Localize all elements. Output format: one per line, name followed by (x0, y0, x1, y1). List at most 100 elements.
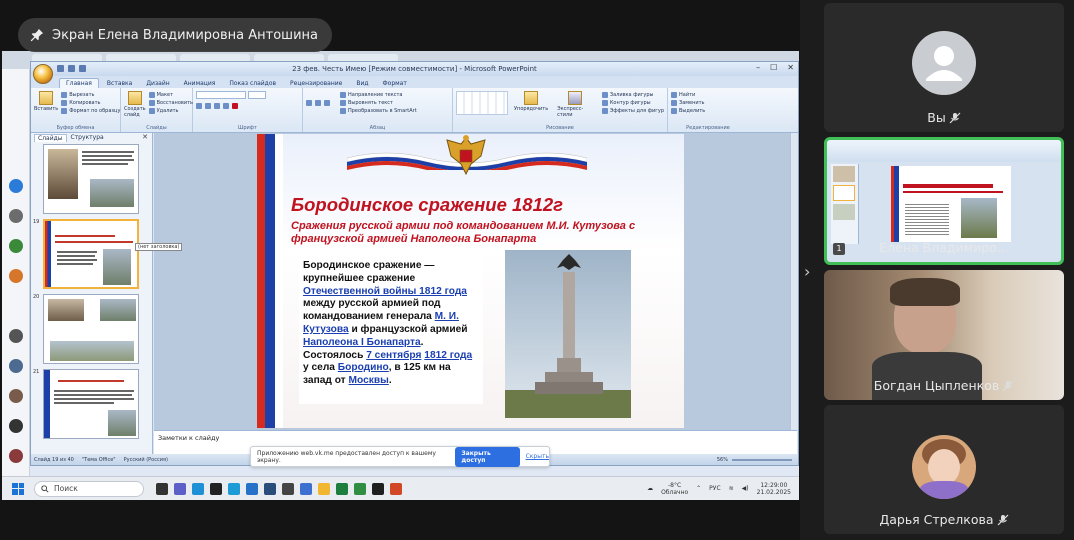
find-button[interactable]: Найти (671, 91, 745, 99)
avatar[interactable] (9, 419, 23, 433)
windows-start-icon[interactable] (12, 482, 24, 495)
font-name-select[interactable] (196, 91, 246, 99)
app-icon[interactable] (9, 239, 23, 253)
taskview-icon[interactable] (156, 482, 168, 495)
edge-icon[interactable] (192, 482, 204, 495)
app-icon[interactable] (9, 269, 23, 283)
participant-tile-bogdan[interactable]: Богдан Цыпленков (824, 270, 1064, 400)
ribbon-tab-design[interactable]: Дизайн (140, 79, 175, 88)
link-borodino[interactable]: Бородино (338, 362, 389, 373)
slide-thumbnail[interactable]: 21 (33, 369, 139, 439)
app-icon[interactable] (354, 482, 366, 495)
skype-icon[interactable] (228, 482, 240, 495)
app-icon[interactable] (246, 482, 258, 495)
participant-tile-self[interactable]: Вы (824, 3, 1064, 132)
underline-icon[interactable] (214, 103, 220, 109)
teams-icon[interactable] (174, 482, 186, 495)
close-icon[interactable]: ✕ (142, 133, 148, 141)
copy-button[interactable]: Копировать (61, 99, 120, 107)
ribbon-tab-insert[interactable]: Вставка (101, 79, 138, 88)
link-year[interactable]: 1812 года (424, 350, 472, 361)
shapes-gallery[interactable] (456, 91, 508, 115)
cut-button[interactable]: Вырезать (61, 91, 120, 99)
select-button[interactable]: Выделить (671, 107, 745, 115)
link-patriotic-war[interactable]: Отечественной войны 1812 года (303, 286, 467, 297)
language-indicator[interactable]: РУС (709, 485, 720, 492)
replace-button[interactable]: Заменить (671, 99, 745, 107)
quick-styles-button[interactable]: Экспресс-стили (557, 91, 593, 118)
bold-icon[interactable] (196, 103, 202, 109)
wifi-icon[interactable]: ≋ (729, 485, 734, 492)
italic-icon[interactable] (205, 103, 211, 109)
format-painter-button[interactable]: Формат по образцу (61, 107, 120, 115)
ribbon-tab-animation[interactable]: Анимация (178, 79, 222, 88)
redo-icon[interactable] (79, 65, 86, 72)
shape-fill-button[interactable]: Заливка фигуры (601, 91, 664, 99)
taskbar-clock[interactable]: 12:29:00 21.02.2025 (757, 482, 791, 496)
reset-button[interactable]: Восстановить (148, 99, 193, 107)
arrange-button[interactable]: Упорядочить (514, 91, 548, 118)
undo-icon[interactable] (68, 65, 75, 72)
office-button[interactable] (33, 64, 53, 84)
font-color-icon[interactable] (232, 103, 238, 109)
font-size-select[interactable] (248, 91, 266, 99)
app-icon[interactable] (264, 482, 276, 495)
ribbon-tab-slideshow[interactable]: Показ слайдов (223, 79, 282, 88)
folder-icon[interactable] (318, 482, 330, 495)
slide-thumbnail-selected[interactable]: 19 (33, 219, 139, 289)
chevron-right-icon[interactable]: › (804, 262, 810, 281)
slide-body-text[interactable]: Бородинское сражение — крупнейшее сражен… (299, 258, 483, 404)
layout-button[interactable]: Макет (148, 91, 193, 99)
numbering-icon[interactable] (315, 91, 321, 115)
hide-link[interactable]: Скрыть (526, 453, 549, 460)
link-date[interactable]: 7 сентября (366, 350, 421, 361)
save-icon[interactable] (57, 65, 64, 72)
participant-tile-darya[interactable]: Дарья Стрелкова (824, 405, 1064, 534)
app-icon[interactable] (282, 482, 294, 495)
paste-button[interactable]: Вставить (34, 91, 58, 115)
avatar[interactable] (9, 389, 23, 403)
app-icon[interactable] (9, 179, 23, 193)
shadow-icon[interactable] (223, 103, 229, 109)
avatar[interactable] (9, 359, 23, 373)
volume-icon[interactable]: ◀) (742, 485, 749, 492)
ribbon-tab-view[interactable]: Вид (350, 79, 374, 88)
new-slide-button[interactable]: Создать слайд (124, 91, 146, 118)
close-access-button[interactable]: Закрыть доступ (455, 446, 520, 467)
tab-outline[interactable]: Структура (71, 134, 104, 141)
link-napoleon[interactable]: Наполеона I Бонапарта (303, 337, 421, 348)
vertical-scrollbar[interactable] (790, 133, 797, 430)
slide-thumbnail[interactable]: 20 (33, 294, 139, 364)
link-moscow[interactable]: Москвы (349, 375, 389, 386)
ribbon-tab-home[interactable]: Главная (59, 78, 99, 88)
powerpoint-icon[interactable] (390, 482, 402, 495)
shape-outline-button[interactable]: Контур фигуры (601, 99, 664, 107)
bullets-icon[interactable] (306, 91, 312, 115)
align-text-button[interactable]: Выровнять текст (340, 99, 417, 107)
ribbon-tab-format[interactable]: Формат (377, 79, 413, 88)
chrome-icon[interactable] (336, 482, 348, 495)
app-icon[interactable] (210, 482, 222, 495)
maximize-icon[interactable]: ☐ (770, 63, 777, 72)
weather-icon[interactable]: ☁ (647, 485, 653, 492)
avatar[interactable] (9, 449, 23, 463)
avatar[interactable] (9, 329, 23, 343)
minimize-icon[interactable]: – (756, 63, 760, 72)
app-icon[interactable] (300, 482, 312, 495)
screen-share-badge[interactable]: Экран Елена Владимировна Антошина (18, 18, 332, 52)
tab-slides[interactable]: Слайды (34, 133, 67, 142)
text-direction-button[interactable]: Направление текста (340, 91, 417, 99)
close-icon[interactable]: ✕ (787, 63, 794, 72)
delete-button[interactable]: Удалить (148, 107, 193, 115)
slide-thumbnail[interactable] (33, 144, 139, 214)
ribbon-tab-review[interactable]: Рецензирование (284, 79, 348, 88)
app-icon[interactable] (9, 209, 23, 223)
participant-tile-presenter[interactable]: 1 Елена Владимиро... (824, 137, 1064, 265)
slide[interactable]: Бородинское сражение 1812г Сражения русс… (257, 134, 684, 428)
app-icon[interactable] (372, 482, 384, 495)
zoom-slider[interactable] (732, 458, 792, 461)
indent-icon[interactable] (324, 91, 330, 115)
chevron-up-icon[interactable]: ⌃ (696, 485, 701, 492)
shape-effects-button[interactable]: Эффекты для фигур (601, 107, 664, 115)
smartart-button[interactable]: Преобразовать в SmartArt (340, 107, 417, 115)
